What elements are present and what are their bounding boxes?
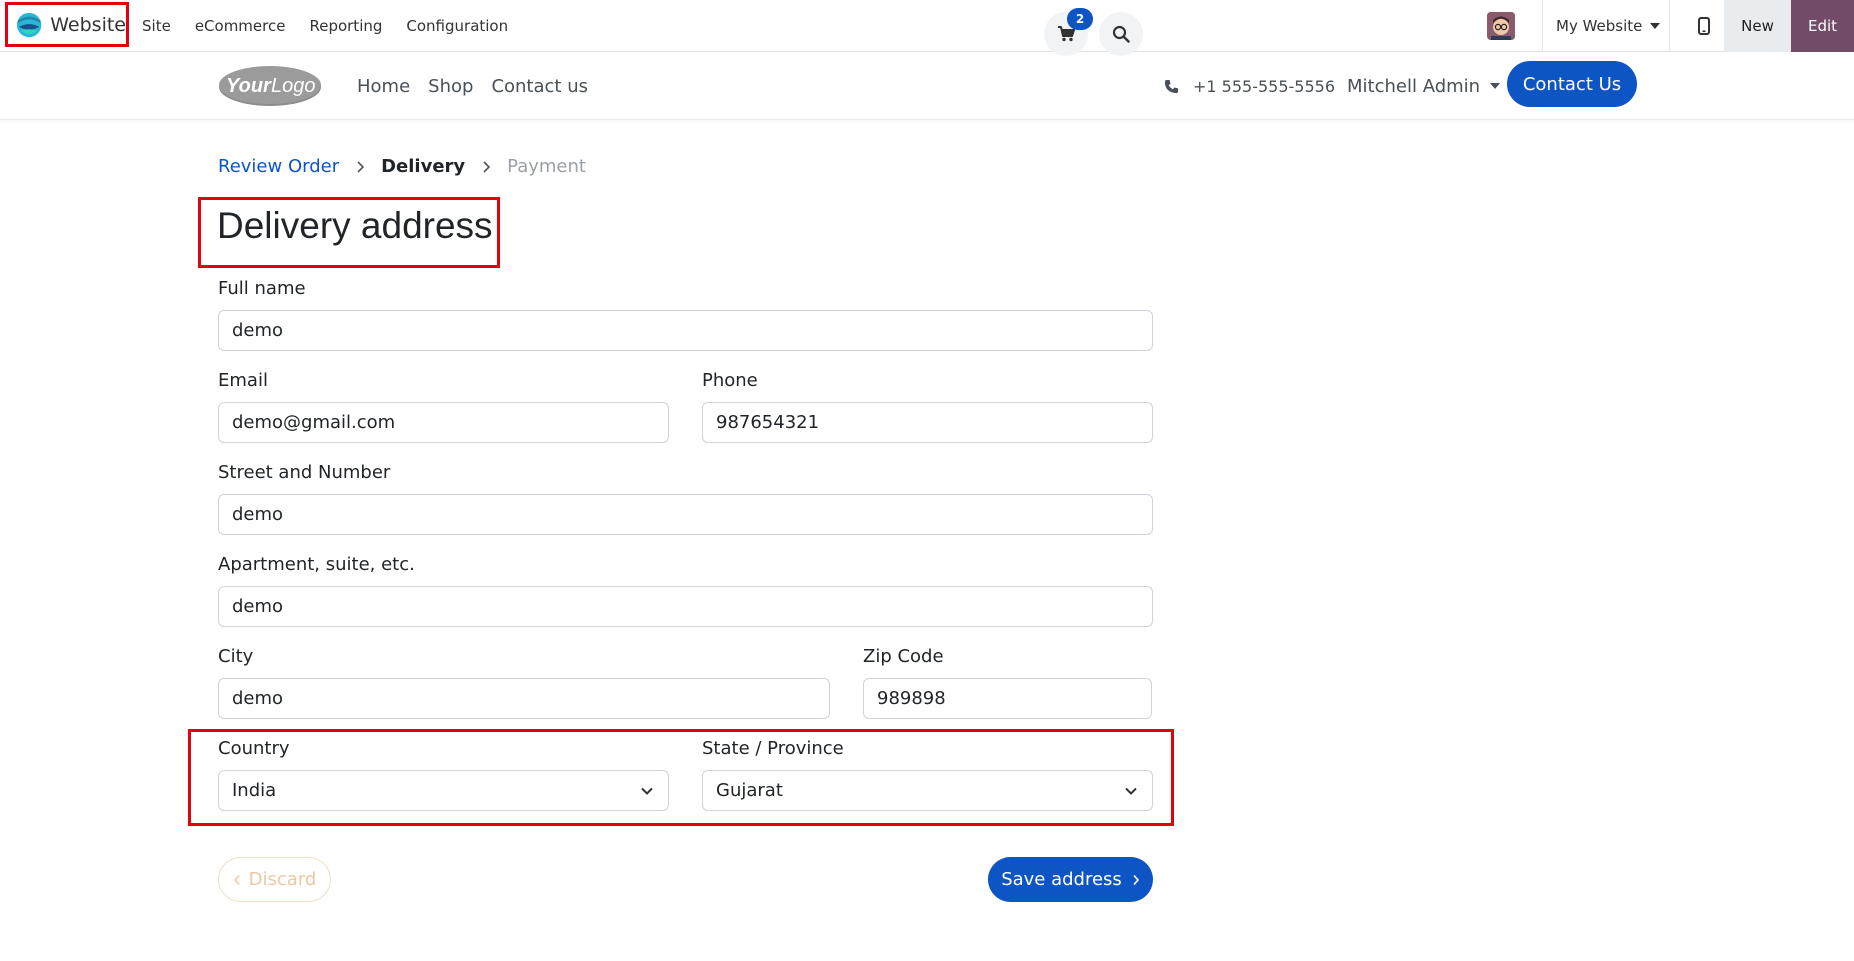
chevron-right-icon [483, 160, 491, 173]
chevron-left-icon [233, 874, 240, 885]
app-switcher[interactable]: Website [5, 2, 129, 47]
state-value: Gujarat [716, 780, 783, 801]
apartment-label: Apartment, suite, etc. [218, 554, 415, 575]
search-icon [1112, 25, 1130, 43]
nav-home[interactable]: Home [357, 76, 410, 97]
chevron-down-icon [1125, 787, 1137, 795]
full-name-input[interactable]: demo [218, 310, 1153, 351]
state-label: State / Province [702, 738, 844, 759]
new-button[interactable]: New [1724, 0, 1791, 52]
full-name-value: demo [232, 320, 284, 341]
phone-label: Phone [702, 370, 758, 391]
avatar-image [1487, 12, 1515, 40]
checkout-steps: Review Order Delivery Payment [218, 156, 586, 177]
caret-down-icon [1650, 23, 1661, 29]
header-phone[interactable]: +1 555-555-5556 [1164, 52, 1335, 120]
menu-configuration[interactable]: Configuration [406, 17, 508, 35]
zip-value: 989898 [877, 688, 946, 709]
svg-text:Your: Your [226, 75, 272, 97]
street-input[interactable]: demo [218, 494, 1153, 535]
zip-label: Zip Code [863, 646, 944, 667]
save-address-button[interactable]: Save address [988, 857, 1153, 902]
page-title: Delivery address [217, 205, 493, 246]
user-name: Mitchell Admin [1347, 75, 1481, 97]
nav-contact[interactable]: Contact us [491, 76, 588, 97]
email-value: demo@gmail.com [232, 412, 396, 433]
city-label: City [218, 646, 254, 667]
menu-site[interactable]: Site [142, 17, 171, 35]
your-logo-image: Your Logo [219, 66, 321, 106]
phone-value: 987654321 [716, 412, 820, 433]
phone-number: +1 555-555-5556 [1193, 76, 1336, 96]
step-payment: Payment [507, 156, 586, 177]
country-label: Country [218, 738, 290, 759]
menu-ecommerce[interactable]: eCommerce [195, 17, 286, 35]
chevron-down-icon [641, 787, 653, 795]
street-value: demo [232, 504, 284, 525]
nav-shop[interactable]: Shop [428, 76, 473, 97]
caret-down-icon [1490, 83, 1501, 89]
site-logo[interactable]: Your Logo [218, 64, 322, 108]
email-label: Email [218, 370, 268, 391]
phone-input[interactable]: 987654321 [702, 402, 1153, 443]
zip-input[interactable]: 989898 [863, 678, 1152, 719]
country-value: India [232, 780, 277, 801]
website-selector-label: My Website [1556, 17, 1643, 35]
chevron-right-icon [1133, 874, 1139, 885]
step-delivery: Delivery [381, 156, 466, 177]
city-value: demo [232, 688, 284, 709]
contact-us-button[interactable]: Contact Us [1507, 61, 1637, 107]
save-label: Save address [1001, 869, 1122, 890]
mobile-phone-icon [1698, 17, 1710, 35]
website-selector[interactable]: My Website [1556, 0, 1661, 52]
mobile-preview-button[interactable] [1684, 0, 1724, 52]
edit-button[interactable]: Edit [1791, 0, 1854, 52]
discard-button[interactable]: Discard [218, 857, 331, 902]
apartment-input[interactable]: demo [218, 586, 1153, 627]
divider [1669, 0, 1670, 52]
apartment-value: demo [232, 596, 284, 617]
full-name-label: Full name [218, 278, 306, 299]
search-button[interactable] [1099, 12, 1143, 56]
divider [1542, 0, 1543, 52]
email-input[interactable]: demo@gmail.com [218, 402, 669, 443]
city-input[interactable]: demo [218, 678, 830, 719]
svg-text:Logo: Logo [271, 75, 316, 97]
website-app-icon [16, 12, 42, 37]
top-menu: Site eCommerce Reporting Configuration [142, 0, 508, 52]
user-menu[interactable]: Mitchell Admin [1347, 52, 1501, 120]
chevron-right-icon [357, 160, 365, 173]
phone-icon [1164, 79, 1179, 93]
admin-bar: Website Site eCommerce Reporting Configu… [0, 0, 1854, 52]
menu-reporting[interactable]: Reporting [309, 17, 382, 35]
user-avatar[interactable] [1487, 12, 1515, 40]
street-label: Street and Number [218, 462, 391, 483]
step-review-order[interactable]: Review Order [218, 156, 339, 177]
state-select[interactable]: Gujarat [702, 770, 1153, 811]
cart-count-badge: 2 [1067, 8, 1093, 30]
country-select[interactable]: India [218, 770, 669, 811]
site-nav: Home Shop Contact us [357, 52, 588, 120]
discard-label: Discard [248, 869, 317, 890]
app-name: Website [50, 13, 126, 36]
